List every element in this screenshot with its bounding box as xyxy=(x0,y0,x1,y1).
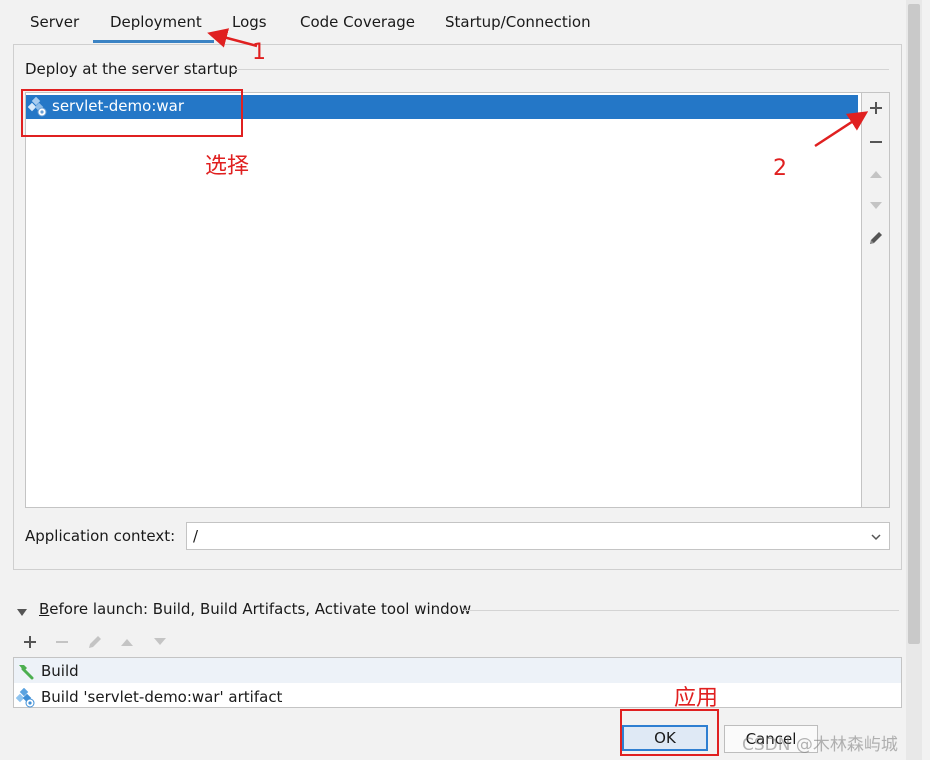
add-icon xyxy=(24,636,36,648)
remove-icon xyxy=(56,641,68,643)
move-up-icon xyxy=(121,639,133,646)
application-context-label: Application context: xyxy=(25,527,176,545)
tab-startup-connection[interactable]: Startup/Connection xyxy=(445,13,591,31)
selected-tab-indicator xyxy=(93,40,214,43)
annotation-box-ok xyxy=(620,709,719,756)
before-launch-edit-button[interactable] xyxy=(85,632,105,652)
collapse-triangle-icon[interactable] xyxy=(16,604,28,622)
application-context-field[interactable] xyxy=(186,522,890,550)
annotation-box-select xyxy=(21,89,243,137)
annotation-select: 选择 xyxy=(205,154,250,179)
annotation-step2: 2 xyxy=(773,156,787,181)
move-down-button[interactable] xyxy=(865,195,887,217)
list-item-label: Build xyxy=(41,662,79,680)
before-launch-move-up-button[interactable] xyxy=(117,632,137,652)
edit-icon xyxy=(89,636,101,648)
remove-icon xyxy=(870,141,882,143)
group-divider xyxy=(463,610,899,611)
remove-button[interactable] xyxy=(865,131,887,153)
annotation-apply: 应用 xyxy=(674,686,719,711)
edit-button[interactable] xyxy=(865,227,887,249)
edit-icon xyxy=(870,232,882,244)
tab-code-coverage[interactable]: Code Coverage xyxy=(300,13,415,31)
move-up-button[interactable] xyxy=(865,163,887,185)
annotation-step1: 1 xyxy=(252,40,266,65)
list-item[interactable] xyxy=(14,658,901,683)
tab-deployment[interactable]: Deployment xyxy=(110,13,202,31)
tab-server[interactable]: Server xyxy=(30,13,79,31)
group-divider xyxy=(235,69,889,70)
deploy-group-title: Deploy at the server startup xyxy=(25,60,238,78)
add-icon xyxy=(870,102,882,114)
scrollbar-thumb[interactable] xyxy=(908,4,920,644)
before-launch-remove-button[interactable] xyxy=(52,632,72,652)
watermark: CSDN @木林森屿城 xyxy=(742,735,898,755)
application-context-value: / xyxy=(193,527,199,545)
chevron-down-icon[interactable] xyxy=(870,529,882,547)
move-down-icon xyxy=(870,202,882,209)
hammer-icon xyxy=(16,662,34,684)
list-item-label: Build 'servlet-demo:war' artifact xyxy=(41,688,283,706)
add-button[interactable] xyxy=(865,97,887,119)
deploy-toolbar xyxy=(862,92,890,508)
move-down-icon xyxy=(154,638,166,645)
deploy-artifact-list[interactable] xyxy=(25,92,862,508)
before-launch-add-button[interactable] xyxy=(20,632,40,652)
before-launch-title[interactable]: Before launch: Build, Build Artifacts, A… xyxy=(39,600,471,618)
move-up-icon xyxy=(870,171,882,178)
tab-logs[interactable]: Logs xyxy=(232,13,267,31)
before-launch-move-down-button[interactable] xyxy=(150,632,170,652)
